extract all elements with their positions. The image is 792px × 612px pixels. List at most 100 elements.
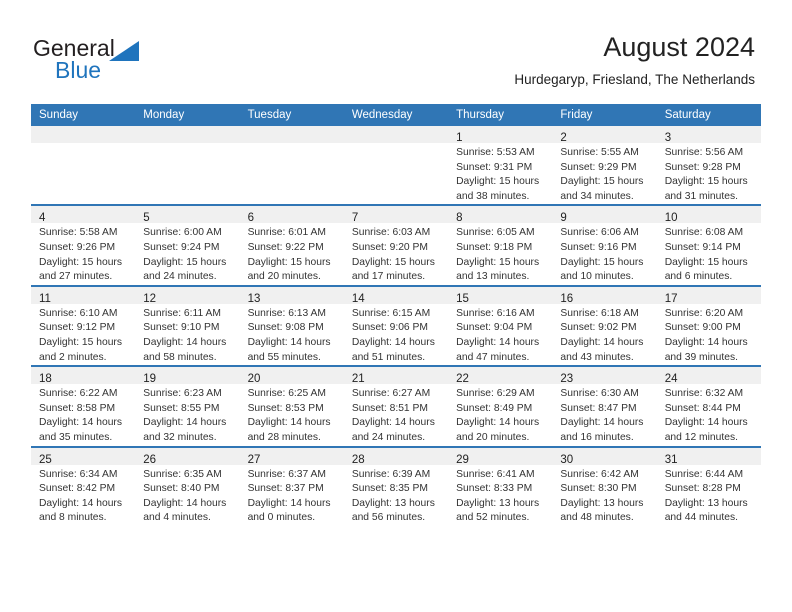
- day-detail-line: and 20 minutes.: [247, 271, 321, 283]
- calendar-day-cell[interactable]: 6 Sunrise: 6:01 AM Sunset: 9:22 PM Daylight…: [239, 204, 344, 286]
- weekday-header-row: Sunday Monday Tuesday Wednesday Thursday…: [31, 104, 761, 126]
- day-detail-line: Sunrise: 6:20 AM: [664, 307, 744, 319]
- calendar-day-cell[interactable]: 15 Sunrise: 6:16 AM Sunset: 9:04 PM Dayligh…: [448, 284, 553, 367]
- calendar-day-cell[interactable]: 29 Sunrise: 6:41 AM Sunset: 8:33 PM Dayligh…: [448, 445, 553, 526]
- day-number: 21: [351, 373, 365, 386]
- calendar-day-cell[interactable]: 30 Sunrise: 6:42 AM Sunset: 8:30 PM Dayligh…: [552, 445, 657, 526]
- day-detail-line: and 10 minutes.: [560, 271, 634, 283]
- day-details: Sunrise: 6:44 AM Sunset: 8:28 PM Daylight:…: [657, 465, 761, 526]
- day-detail-line: and 0 minutes.: [247, 512, 316, 524]
- calendar-day-cell[interactable]: 10 Sunrise: 6:08 AM Sunset: 9:14 PM Dayligh…: [656, 204, 761, 286]
- day-number-band: 25: [31, 447, 136, 466]
- day-detail-line: and 17 minutes.: [351, 271, 426, 283]
- day-detail-line: Sunrise: 6:03 AM: [351, 227, 431, 239]
- day-details: Sunrise: 5:53 AM Sunset: 9:31 PM Daylight:…: [448, 143, 552, 204]
- day-number: 22: [456, 373, 469, 386]
- calendar-day-cell[interactable]: 14 Sunrise: 6:15 AM Sunset: 9:06 PM Dayligh…: [343, 284, 449, 367]
- weekday-header-sunday: Sunday: [31, 104, 136, 126]
- calendar-day-cell[interactable]: 31 Sunrise: 6:44 AM Sunset: 8:28 PM Dayligh…: [656, 445, 761, 526]
- day-number: 13: [247, 292, 261, 305]
- day-detail-line: Sunset: 8:58 PM: [39, 402, 116, 414]
- calendar-day-cell[interactable]: 26 Sunrise: 6:35 AM Sunset: 8:40 PM Dayligh…: [135, 445, 240, 526]
- day-detail-line: Sunrise: 6:44 AM: [664, 468, 744, 480]
- day-number-band: 16: [552, 286, 657, 305]
- calendar-day-cell[interactable]: 9 Sunrise: 6:06 AM Sunset: 9:16 PM Daylight…: [552, 204, 657, 286]
- day-detail-line: Sunset: 9:14 PM: [664, 241, 741, 253]
- day-detail-line: Sunset: 9:12 PM: [39, 322, 116, 334]
- day-detail-line: Sunrise: 6:18 AM: [560, 307, 639, 319]
- day-number: 7: [351, 212, 359, 225]
- calendar-week-row: 18 Sunrise: 6:22 AM Sunset: 8:58 PM Dayligh…: [31, 365, 761, 447]
- calendar-day-cell[interactable]: 19 Sunrise: 6:23 AM Sunset: 8:55 PM Dayligh…: [135, 365, 240, 447]
- day-detail-line: Sunrise: 5:56 AM: [664, 147, 744, 158]
- calendar-day-cell[interactable]: 23 Sunrise: 6:30 AM Sunset: 8:47 PM Dayligh…: [552, 365, 657, 447]
- day-number-band: 30: [552, 447, 657, 466]
- day-detail-line: Sunrise: 6:39 AM: [351, 468, 431, 480]
- day-detail-line: Sunrise: 6:25 AM: [247, 388, 326, 400]
- day-details: Sunrise: 6:18 AM Sunset: 9:02 PM Daylight:…: [552, 304, 656, 365]
- day-detail-line: Daylight: 14 hours: [560, 417, 644, 429]
- day-number-band: 8: [448, 206, 553, 224]
- day-detail-line: Sunrise: 6:00 AM: [143, 227, 222, 239]
- day-number: 1: [456, 132, 463, 144]
- day-number: 27: [247, 453, 261, 466]
- day-detail-line: and 16 minutes.: [560, 431, 634, 443]
- day-number-band: 27: [239, 447, 344, 466]
- calendar-day-cell[interactable]: 22 Sunrise: 6:29 AM Sunset: 8:49 PM Dayligh…: [448, 365, 553, 447]
- calendar-day-cell[interactable]: 28 Sunrise: 6:39 AM Sunset: 8:35 PM Dayligh…: [343, 445, 449, 526]
- calendar-day-cell[interactable]: 2 Sunrise: 5:55 AM Sunset: 9:29 PM Daylight…: [552, 126, 657, 205]
- day-number: 14: [351, 292, 365, 305]
- day-detail-line: and 20 minutes.: [456, 431, 530, 443]
- calendar-day-cell[interactable]: 17 Sunrise: 6:20 AM Sunset: 9:00 PM Dayligh…: [656, 284, 761, 367]
- day-detail-line: Sunset: 9:28 PM: [664, 161, 741, 173]
- day-detail-line: Sunset: 8:47 PM: [560, 402, 637, 414]
- day-detail-line: Daylight: 15 hours: [456, 176, 540, 188]
- calendar-day-cell[interactable]: 18 Sunrise: 6:22 AM Sunset: 8:58 PM Dayligh…: [31, 365, 136, 447]
- brand-logo[interactable]: General Blue: [33, 36, 253, 92]
- calendar-day-cell[interactable]: 11 Sunrise: 6:10 AM Sunset: 9:12 PM Dayligh…: [31, 284, 136, 367]
- calendar-day-cell[interactable]: 4 Sunrise: 5:58 AM Sunset: 9:26 PM Daylight…: [31, 204, 136, 286]
- day-detail-line: and 35 minutes.: [39, 431, 113, 443]
- day-detail-line: Daylight: 13 hours: [351, 497, 435, 509]
- day-number: 12: [143, 292, 157, 305]
- day-details: Sunrise: 6:10 AM Sunset: 9:12 PM Daylight:…: [31, 304, 135, 365]
- day-number: 28: [351, 453, 365, 466]
- day-detail-line: and 12 minutes.: [664, 431, 738, 443]
- calendar-day-cell[interactable]: 8 Sunrise: 6:05 AM Sunset: 9:18 PM Daylight…: [448, 204, 553, 286]
- day-number-band: 1: [448, 126, 553, 144]
- calendar-day-cell[interactable]: 3 Sunrise: 5:56 AM Sunset: 9:28 PM Daylight…: [656, 126, 761, 205]
- day-number-band: 14: [343, 286, 449, 305]
- day-detail-line: Daylight: 14 hours: [143, 497, 227, 509]
- day-detail-line: Daylight: 13 hours: [456, 497, 540, 509]
- calendar-day-cell[interactable]: 20 Sunrise: 6:25 AM Sunset: 8:53 PM Dayligh…: [239, 365, 344, 447]
- day-number-band: 10: [656, 206, 761, 225]
- calendar-day-cell[interactable]: 12 Sunrise: 6:11 AM Sunset: 9:10 PM Dayligh…: [135, 284, 240, 367]
- day-detail-line: Sunrise: 6:11 AM: [143, 307, 221, 319]
- calendar-day-cell[interactable]: 13 Sunrise: 6:13 AM Sunset: 9:08 PM Dayligh…: [239, 284, 344, 367]
- day-detail-line: and 51 minutes.: [351, 351, 426, 363]
- day-detail-line: and 38 minutes.: [456, 190, 530, 202]
- day-detail-line: and 58 minutes.: [143, 351, 217, 363]
- calendar-cell-empty: [343, 126, 449, 205]
- day-number-band: 4: [31, 206, 136, 224]
- weekday-header-friday: Friday: [552, 104, 657, 126]
- calendar-day-cell[interactable]: 24 Sunrise: 6:32 AM Sunset: 8:44 PM Dayligh…: [656, 365, 761, 447]
- day-detail-line: and 6 minutes.: [664, 271, 733, 283]
- brand-name-blue: Blue: [55, 57, 102, 83]
- calendar-day-cell[interactable]: 25 Sunrise: 6:34 AM Sunset: 8:42 PM Dayligh…: [31, 445, 136, 526]
- day-number-band: 12: [135, 286, 240, 305]
- day-detail-line: Sunset: 9:16 PM: [560, 241, 637, 253]
- day-detail-line: Sunrise: 5:55 AM: [560, 147, 639, 158]
- page-title: August 2024: [603, 32, 755, 62]
- calendar-day-cell[interactable]: 1 Sunrise: 5:53 AM Sunset: 9:31 PM Daylight…: [448, 126, 553, 205]
- calendar-cell-empty: [239, 126, 344, 205]
- calendar-day-cell[interactable]: 7 Sunrise: 6:03 AM Sunset: 9:20 PM Daylight…: [343, 204, 449, 286]
- calendar-day-cell[interactable]: 27 Sunrise: 6:37 AM Sunset: 8:37 PM Dayligh…: [239, 445, 344, 526]
- day-detail-line: Daylight: 14 hours: [143, 417, 227, 429]
- day-details: Sunrise: 6:29 AM Sunset: 8:49 PM Daylight:…: [448, 384, 552, 445]
- calendar-day-cell[interactable]: 21 Sunrise: 6:27 AM Sunset: 8:51 PM Dayligh…: [343, 365, 449, 447]
- calendar-day-cell[interactable]: 5 Sunrise: 6:00 AM Sunset: 9:24 PM Daylight…: [135, 204, 240, 286]
- calendar-day-cell[interactable]: 16 Sunrise: 6:18 AM Sunset: 9:02 PM Dayligh…: [552, 284, 657, 367]
- day-number-band: [343, 126, 449, 143]
- day-number: 10: [664, 212, 678, 225]
